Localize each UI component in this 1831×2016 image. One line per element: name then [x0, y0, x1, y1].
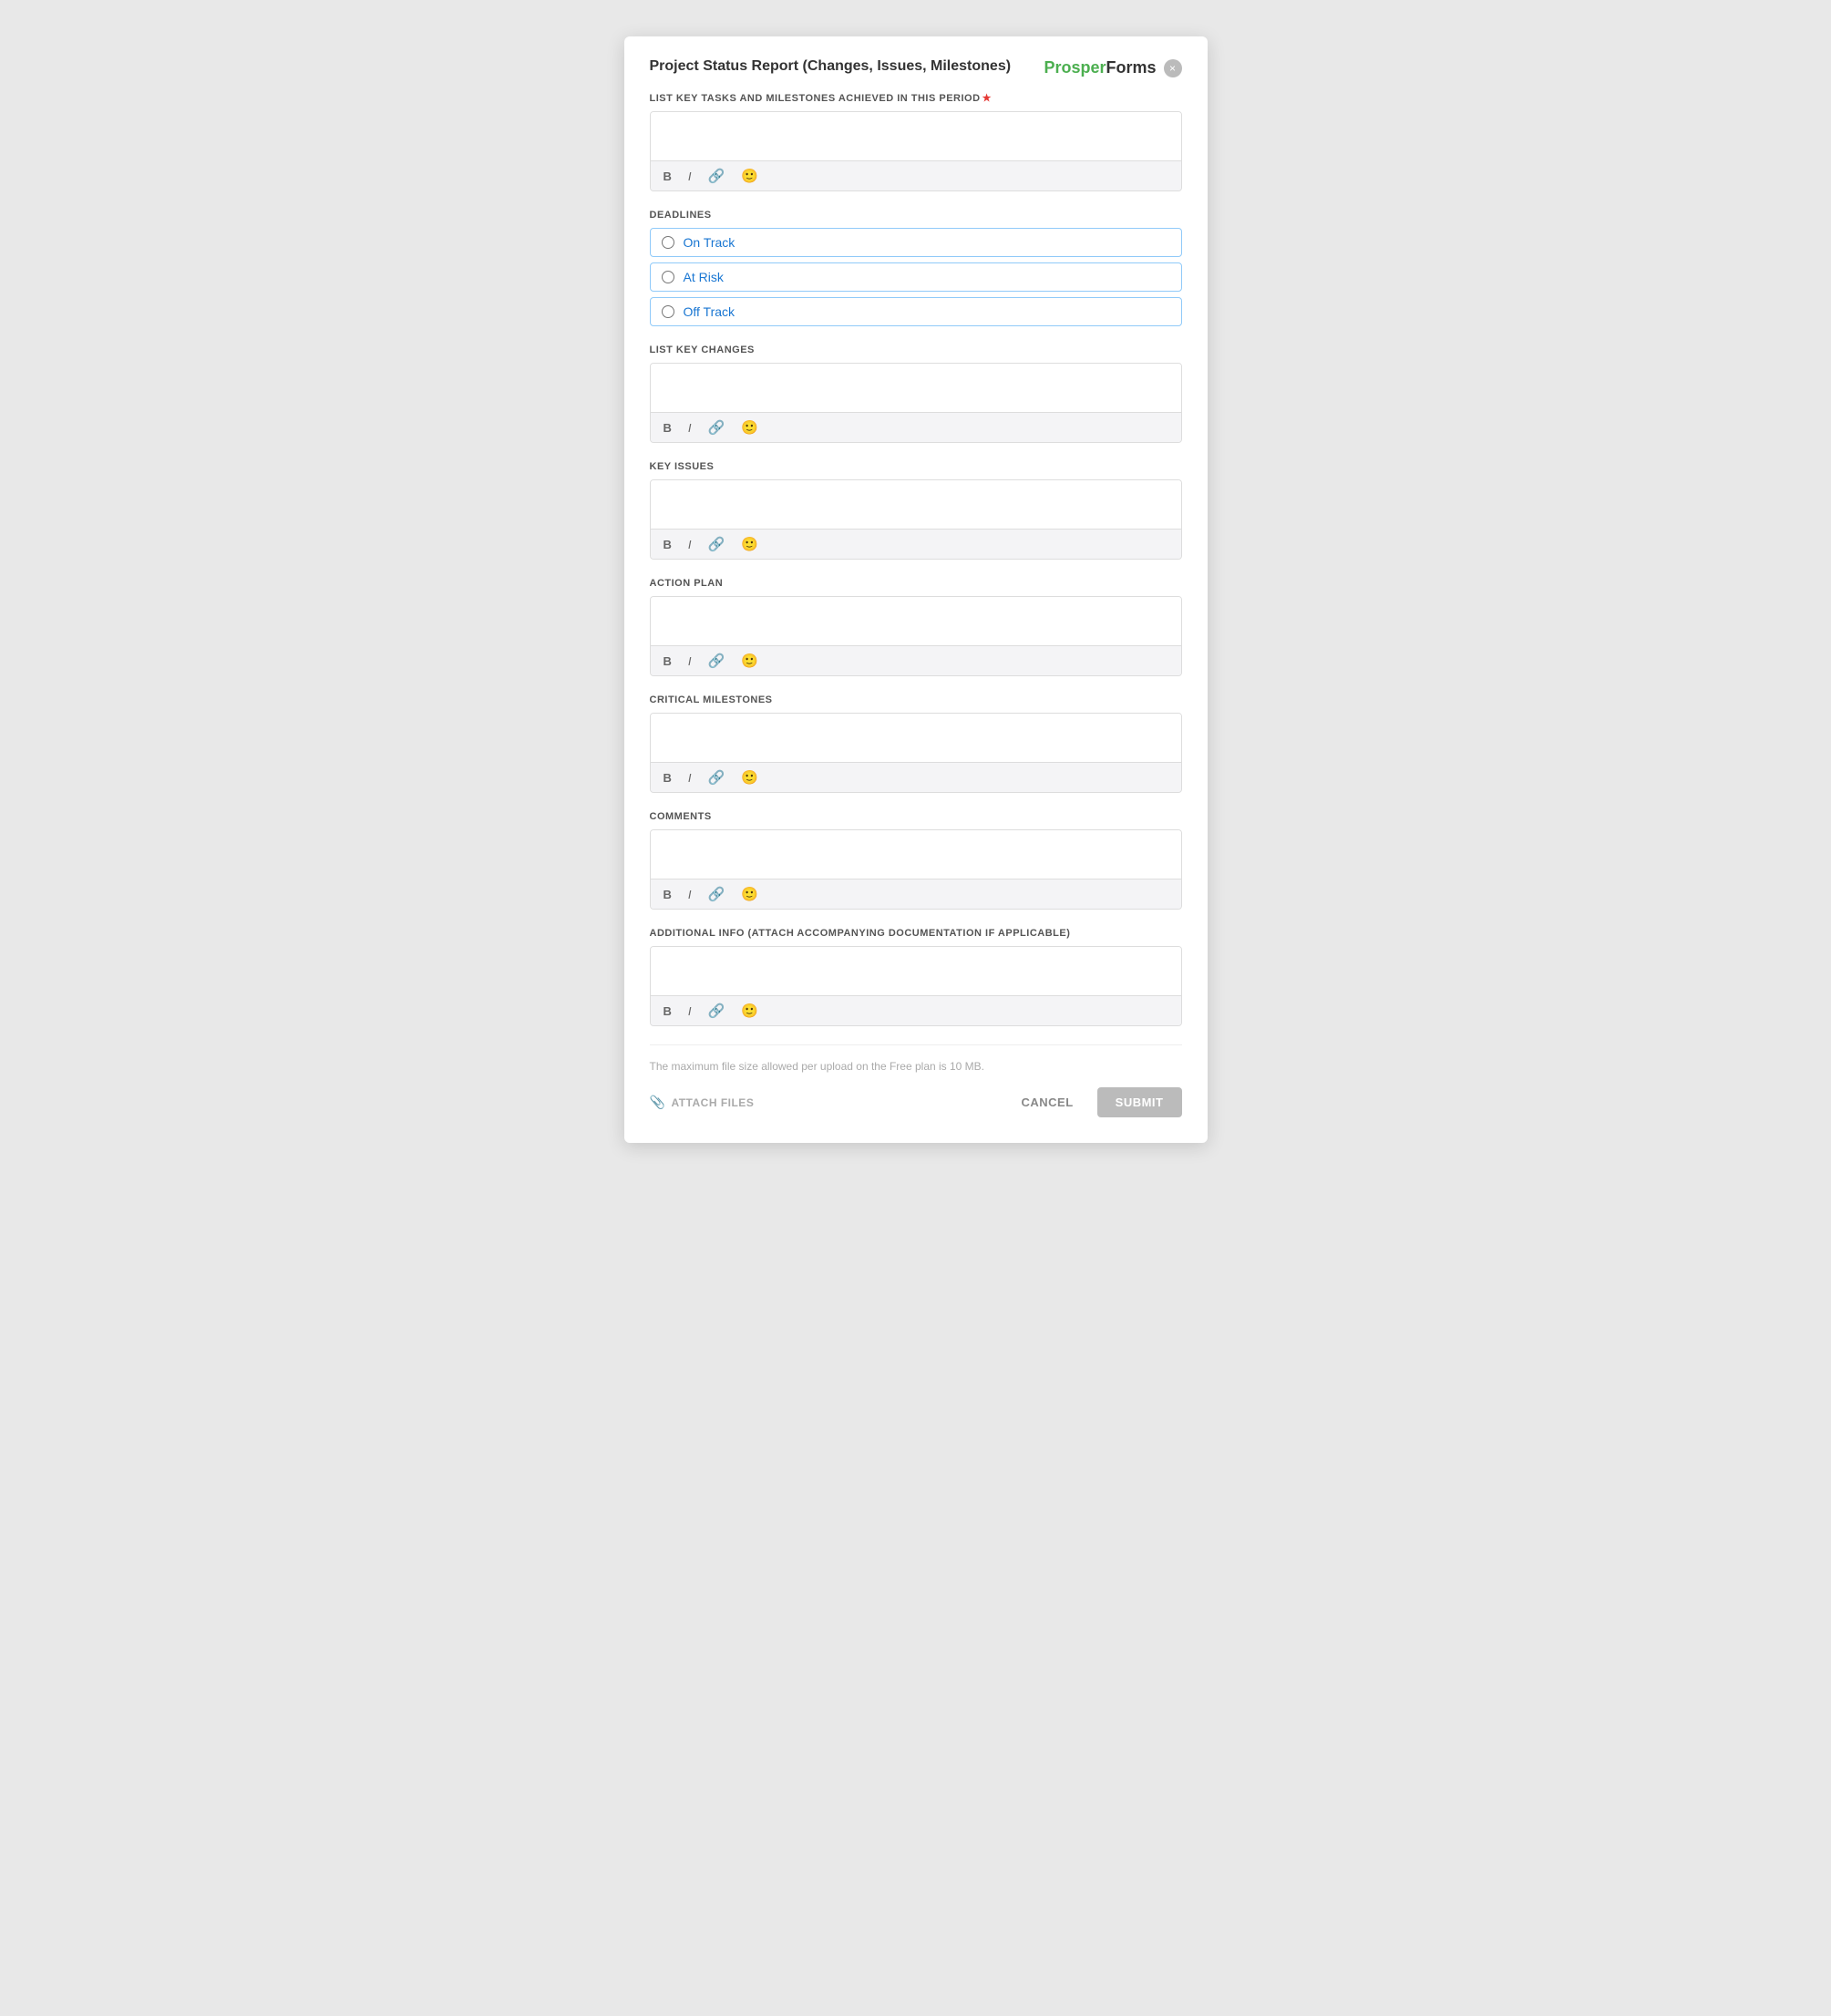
comments-section: COMMENTS B I 🔗 🙂: [650, 811, 1182, 910]
critical-milestones-toolbar: B I 🔗 🙂: [651, 762, 1181, 792]
key-changes-italic-btn[interactable]: I: [684, 419, 695, 437]
brand-logo: Prosper Forms: [1044, 58, 1156, 77]
radio-on-track[interactable]: On Track: [650, 228, 1182, 257]
action-buttons: CANCEL SUBMIT: [1006, 1087, 1181, 1117]
cancel-button[interactable]: CANCEL: [1006, 1087, 1087, 1117]
comments-input[interactable]: [651, 830, 1181, 874]
key-issues-link-btn[interactable]: 🔗: [705, 534, 729, 554]
footer-section: The maximum file size allowed per upload…: [650, 1044, 1182, 1117]
key-issues-toolbar: B I 🔗 🙂: [651, 529, 1181, 559]
key-changes-editor: B I 🔗 🙂: [650, 363, 1182, 443]
action-plan-emoji-btn[interactable]: 🙂: [737, 651, 762, 671]
comments-emoji-btn[interactable]: 🙂: [737, 884, 762, 904]
radio-on-track-label: On Track: [684, 235, 735, 250]
file-size-note: The maximum file size allowed per upload…: [650, 1060, 1182, 1073]
key-changes-label: LIST KEY CHANGES: [650, 345, 1182, 355]
key-issues-italic-btn[interactable]: I: [684, 536, 695, 553]
key-issues-section: KEY ISSUES B I 🔗 🙂: [650, 461, 1182, 560]
tasks-toolbar: B I 🔗 🙂: [651, 160, 1181, 190]
brand-prosper: Prosper: [1044, 58, 1106, 77]
brand-forms: Forms: [1106, 58, 1156, 77]
modal-header: Project Status Report (Changes, Issues, …: [650, 58, 1182, 77]
critical-milestones-italic-btn[interactable]: I: [684, 769, 695, 787]
radio-at-risk-label: At Risk: [684, 270, 724, 284]
key-issues-label: KEY ISSUES: [650, 461, 1182, 472]
critical-milestones-bold-btn[interactable]: B: [660, 769, 675, 787]
radio-on-track-input[interactable]: [662, 236, 674, 249]
radio-off-track[interactable]: Off Track: [650, 297, 1182, 326]
deadlines-section: DEADLINES On Track At Risk Off Track: [650, 210, 1182, 326]
attach-label: ATTACH FILES: [671, 1096, 754, 1109]
critical-milestones-emoji-btn[interactable]: 🙂: [737, 767, 762, 787]
additional-info-toolbar: B I 🔗 🙂: [651, 995, 1181, 1025]
modal-container: Project Status Report (Changes, Issues, …: [624, 36, 1208, 1143]
attach-icon: 📎: [650, 1095, 666, 1110]
additional-info-link-btn[interactable]: 🔗: [705, 1001, 729, 1021]
action-plan-section: ACTION PLAN B I 🔗 🙂: [650, 578, 1182, 676]
tasks-label: LIST KEY TASKS AND MILESTONES ACHIEVED I…: [650, 92, 1182, 104]
comments-italic-btn[interactable]: I: [684, 886, 695, 903]
critical-milestones-editor: B I 🔗 🙂: [650, 713, 1182, 793]
radio-off-track-input[interactable]: [662, 305, 674, 318]
action-plan-bold-btn[interactable]: B: [660, 653, 675, 670]
footer-actions: 📎 ATTACH FILES CANCEL SUBMIT: [650, 1087, 1182, 1117]
radio-at-risk[interactable]: At Risk: [650, 262, 1182, 292]
critical-milestones-input[interactable]: [651, 714, 1181, 757]
critical-milestones-section: CRITICAL MILESTONES B I 🔗 🙂: [650, 694, 1182, 793]
radio-off-track-label: Off Track: [684, 304, 735, 319]
radio-at-risk-input[interactable]: [662, 271, 674, 283]
additional-info-section: ADDITIONAL INFO (ATTACH ACCOMPANYING DOC…: [650, 928, 1182, 1026]
key-issues-editor: B I 🔗 🙂: [650, 479, 1182, 560]
modal-title: Project Status Report (Changes, Issues, …: [650, 58, 1034, 75]
close-button[interactable]: ×: [1164, 59, 1182, 77]
additional-info-input[interactable]: [651, 947, 1181, 991]
key-changes-toolbar: B I 🔗 🙂: [651, 412, 1181, 442]
comments-toolbar: B I 🔗 🙂: [651, 879, 1181, 909]
additional-info-label: ADDITIONAL INFO (ATTACH ACCOMPANYING DOC…: [650, 928, 1182, 939]
key-issues-bold-btn[interactable]: B: [660, 536, 675, 553]
attach-files-button[interactable]: 📎 ATTACH FILES: [650, 1095, 755, 1110]
action-plan-input[interactable]: [651, 597, 1181, 641]
action-plan-italic-btn[interactable]: I: [684, 653, 695, 670]
additional-info-emoji-btn[interactable]: 🙂: [737, 1001, 762, 1021]
key-changes-bold-btn[interactable]: B: [660, 419, 675, 437]
critical-milestones-link-btn[interactable]: 🔗: [705, 767, 729, 787]
key-changes-emoji-btn[interactable]: 🙂: [737, 417, 762, 437]
tasks-section: LIST KEY TASKS AND MILESTONES ACHIEVED I…: [650, 92, 1182, 191]
additional-info-bold-btn[interactable]: B: [660, 1003, 675, 1020]
key-issues-input[interactable]: [651, 480, 1181, 524]
tasks-bold-btn[interactable]: B: [660, 168, 675, 185]
tasks-editor: B I 🔗 🙂: [650, 111, 1182, 191]
action-plan-editor: B I 🔗 🙂: [650, 596, 1182, 676]
comments-link-btn[interactable]: 🔗: [705, 884, 729, 904]
comments-bold-btn[interactable]: B: [660, 886, 675, 903]
deadlines-radio-group: On Track At Risk Off Track: [650, 228, 1182, 326]
key-issues-emoji-btn[interactable]: 🙂: [737, 534, 762, 554]
key-changes-section: LIST KEY CHANGES B I 🔗 🙂: [650, 345, 1182, 443]
submit-button[interactable]: SUBMIT: [1097, 1087, 1182, 1117]
key-changes-link-btn[interactable]: 🔗: [705, 417, 729, 437]
tasks-italic-btn[interactable]: I: [684, 168, 695, 185]
comments-label: COMMENTS: [650, 811, 1182, 822]
tasks-link-btn[interactable]: 🔗: [705, 166, 729, 186]
tasks-emoji-btn[interactable]: 🙂: [737, 166, 762, 186]
action-plan-link-btn[interactable]: 🔗: [705, 651, 729, 671]
action-plan-label: ACTION PLAN: [650, 578, 1182, 589]
required-star: ★: [982, 93, 992, 104]
comments-editor: B I 🔗 🙂: [650, 829, 1182, 910]
deadlines-label: DEADLINES: [650, 210, 1182, 221]
critical-milestones-label: CRITICAL MILESTONES: [650, 694, 1182, 705]
key-changes-input[interactable]: [651, 364, 1181, 407]
additional-info-italic-btn[interactable]: I: [684, 1003, 695, 1020]
action-plan-toolbar: B I 🔗 🙂: [651, 645, 1181, 675]
additional-info-editor: B I 🔗 🙂: [650, 946, 1182, 1026]
tasks-input[interactable]: [651, 112, 1181, 156]
